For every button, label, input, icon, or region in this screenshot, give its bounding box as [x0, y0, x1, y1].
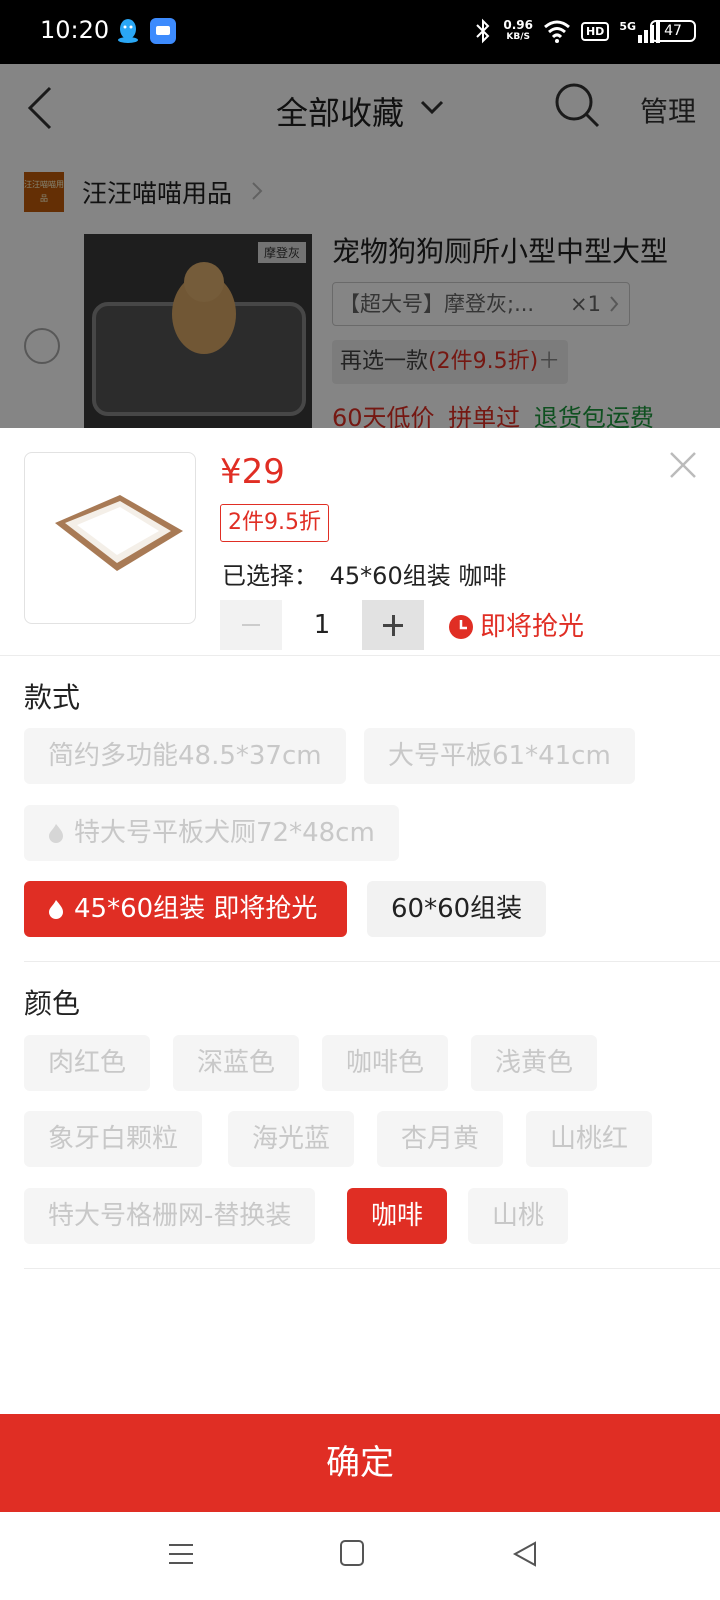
battery-indicator: 47	[650, 20, 696, 42]
home-icon[interactable]	[340, 1540, 364, 1566]
color-option: 海光蓝	[228, 1111, 355, 1167]
clock-icon	[449, 615, 473, 639]
flame-icon	[49, 900, 63, 919]
bluetooth-icon	[476, 18, 490, 44]
divider	[24, 961, 720, 962]
discount-badge: 2件9.5折	[220, 504, 329, 542]
color-option-selected[interactable]: 咖啡	[347, 1188, 448, 1244]
quantity-value[interactable]: 1	[282, 600, 362, 650]
tray-photo	[55, 495, 183, 571]
net-speed: 0.96 KB/S	[503, 18, 533, 42]
color-option: 山桃	[468, 1188, 569, 1244]
style-section-title: 款式	[24, 681, 81, 714]
style-option: 简约多功能48.5*37cm	[24, 728, 346, 784]
color-option: 浅黄色	[471, 1035, 598, 1091]
style-option: 特大号平板犬厕72*48cm	[24, 805, 399, 861]
divider	[0, 655, 720, 656]
hd-badge: HD	[580, 21, 610, 41]
color-option: 特大号格栅网-替换装	[24, 1188, 316, 1244]
back-triangle-icon[interactable]	[512, 1540, 538, 1568]
quantity-increase-button[interactable]	[362, 600, 424, 650]
status-bar: 10:20 0.96 KB/S HD 5G 47	[0, 0, 720, 64]
message-app-icon	[150, 18, 176, 44]
status-time: 10:20	[40, 16, 110, 44]
qq-icon	[118, 19, 138, 43]
confirm-button[interactable]: 确定	[0, 1414, 720, 1512]
color-option: 肉红色	[24, 1035, 151, 1091]
style-option[interactable]: 60*60组装	[367, 881, 547, 937]
menu-icon[interactable]	[168, 1542, 194, 1566]
divider	[24, 1268, 720, 1269]
close-icon[interactable]	[668, 450, 698, 480]
sku-sheet: ¥29 2件9.5折 已选择： 45*60组装 咖啡 1 即将抢光 款式 简约多…	[0, 428, 720, 1514]
selected-summary: 已选择： 45*60组装 咖啡	[222, 562, 507, 590]
color-option: 象牙白颗粒	[24, 1111, 203, 1167]
sku-price: ¥29	[220, 452, 285, 492]
quantity-decrease-button[interactable]	[220, 600, 282, 650]
style-option: 大号平板61*41cm	[364, 728, 635, 784]
color-option: 山桃红	[526, 1111, 653, 1167]
style-option-selected[interactable]: 45*60组装 即将抢光	[24, 881, 347, 937]
color-option: 深蓝色	[173, 1035, 300, 1091]
color-option: 杏月黄	[377, 1111, 504, 1167]
color-option: 咖啡色	[322, 1035, 449, 1091]
wifi-icon	[544, 20, 570, 43]
color-section-title: 颜色	[24, 987, 81, 1020]
stock-hint: 即将抢光	[480, 612, 585, 642]
sku-image[interactable]	[24, 452, 196, 624]
system-nav-bar	[0, 1512, 720, 1600]
flame-icon	[49, 824, 63, 843]
modal-overlay[interactable]	[0, 64, 720, 428]
